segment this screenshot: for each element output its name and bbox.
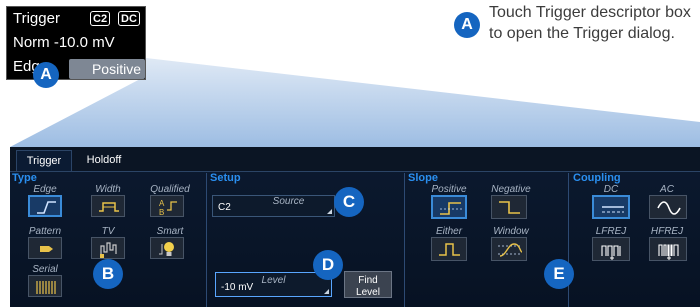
marker-a-descriptor: A — [33, 62, 59, 88]
falling-edge-icon — [499, 201, 520, 214]
slope-window-label: Window — [493, 226, 529, 237]
callout-marker: A — [454, 12, 480, 38]
type-serial-label: Serial — [32, 264, 58, 275]
slope-readout: Positive — [69, 59, 145, 79]
level-adjust-caret-icon — [324, 289, 329, 294]
type-qualified-button[interactable]: AB — [150, 195, 184, 217]
coupling-ac-button[interactable] — [649, 195, 687, 219]
marker-b-type: B — [93, 259, 123, 289]
coupling-badge: DC — [118, 11, 140, 26]
coupling-ac-label: AC — [660, 184, 674, 195]
slope-either-label: Either — [435, 226, 463, 237]
source-dropdown-caret-icon — [327, 209, 332, 214]
hfrej-filter-icon — [658, 244, 679, 260]
section-divider — [206, 173, 207, 307]
callout-text: Touch Trigger descriptor box to open the… — [489, 4, 691, 42]
coupling-lfrej-label: LFREJ — [595, 226, 627, 237]
slope-positive-label: Positive — [431, 184, 467, 195]
dc-line-icon — [602, 206, 624, 213]
smart-bulb-icon — [159, 242, 174, 256]
dialog-tab-bar: Trigger Holdoff — [10, 147, 700, 172]
source-field-value: C2 — [218, 202, 231, 213]
coupling-dc-button[interactable] — [592, 195, 630, 219]
coupling-hfrej-label: HFREJ — [650, 226, 684, 237]
slope-negative-button[interactable] — [491, 195, 527, 219]
pattern-icon — [40, 246, 53, 252]
edge-icon — [37, 201, 56, 214]
ac-sine-icon — [657, 201, 681, 215]
type-smart-button[interactable] — [150, 237, 184, 259]
tab-holdoff[interactable]: Holdoff — [76, 150, 132, 171]
trigger-descriptor-box[interactable]: Trigger C2 DC Norm -10.0 mV Edge Positiv… — [6, 6, 146, 80]
type-width-label: Width — [95, 184, 121, 195]
section-divider — [404, 173, 405, 307]
coupling-dc-label: DC — [603, 184, 619, 195]
rising-edge-icon — [440, 202, 462, 215]
type-pattern-button[interactable] — [28, 237, 62, 259]
coupling-hfrej-button[interactable] — [649, 237, 687, 261]
slope-either-button[interactable] — [431, 237, 467, 261]
setup-section-title: Setup — [210, 172, 241, 184]
marker-e-coupling: E — [544, 259, 574, 289]
marker-d-level: D — [313, 250, 343, 280]
width-icon — [99, 202, 119, 212]
type-smart-label: Smart — [156, 226, 184, 237]
descriptor-title: Trigger — [13, 10, 60, 27]
lfrej-filter-icon — [601, 245, 621, 260]
source-badge: C2 — [90, 11, 111, 26]
serial-signal-icon — [36, 281, 56, 294]
window-icon — [498, 243, 523, 257]
type-serial-button[interactable] — [28, 275, 62, 297]
type-pattern-label: Pattern — [28, 226, 62, 237]
type-qualified-label: Qualified — [150, 184, 190, 195]
tab-trigger[interactable]: Trigger — [16, 150, 72, 171]
level-field-value: -10 mV — [221, 282, 254, 293]
coupling-section-title: Coupling — [573, 172, 621, 184]
marker-c-source: C — [334, 187, 364, 217]
type-tv-button[interactable] — [91, 237, 125, 259]
source-field[interactable]: Source C2 — [212, 195, 335, 217]
coupling-lfrej-button[interactable] — [592, 237, 630, 261]
either-edge-icon — [439, 243, 460, 256]
trigger-dialog: Trigger Holdoff Type Edge Width Qualifie… — [10, 147, 700, 307]
type-edge-button[interactable] — [28, 195, 62, 217]
slope-section-title: Slope — [408, 172, 438, 184]
slope-positive-button[interactable] — [431, 195, 467, 219]
level-field[interactable]: Level -10 mV — [215, 272, 332, 297]
mode-level-readout: Norm -10.0 mV — [13, 34, 115, 51]
type-edge-label: Edge — [33, 184, 57, 195]
type-tv-label: TV — [101, 226, 115, 237]
qualified-icon: AB — [159, 199, 177, 217]
slope-window-button[interactable] — [491, 237, 527, 261]
find-level-button[interactable]: Find Level — [344, 271, 392, 298]
svg-text:B: B — [159, 208, 164, 217]
source-field-label: Source — [272, 196, 305, 207]
type-section-title: Type — [12, 172, 37, 184]
tv-signal-icon — [100, 242, 117, 258]
section-divider — [568, 173, 569, 307]
type-width-button[interactable] — [91, 195, 125, 217]
svg-text:A: A — [159, 199, 165, 208]
slope-negative-label: Negative — [491, 184, 531, 195]
